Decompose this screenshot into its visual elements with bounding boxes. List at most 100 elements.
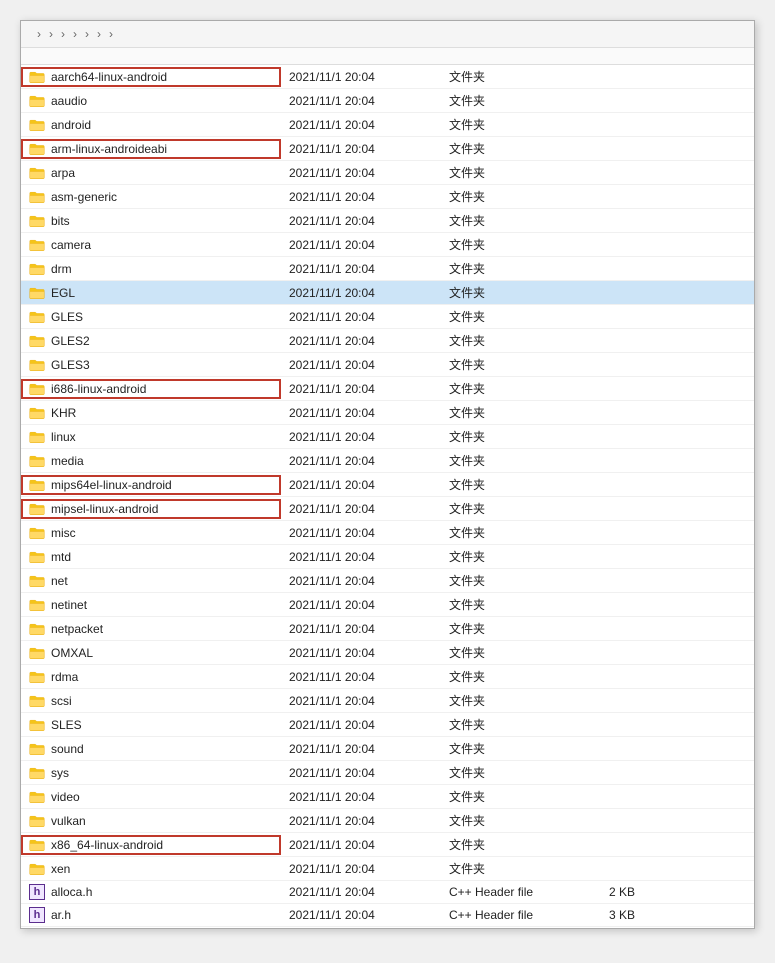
- file-name-cell: video: [21, 787, 281, 807]
- folder-size: [601, 410, 681, 416]
- col-header-modified[interactable]: [281, 52, 441, 60]
- folder-row[interactable]: GLES 2021/11/1 20:04 文件夹: [21, 305, 754, 329]
- folder-type: 文件夹: [441, 161, 601, 184]
- folder-size: [601, 842, 681, 848]
- folder-row[interactable]: i686-linux-android 2021/11/1 20:04 文件夹: [21, 377, 754, 401]
- folder-size: [601, 434, 681, 440]
- folder-row[interactable]: netpacket 2021/11/1 20:04 文件夹: [21, 617, 754, 641]
- folder-row[interactable]: mips64el-linux-android 2021/11/1 20:04 文…: [21, 473, 754, 497]
- folder-type: 文件夹: [441, 641, 601, 664]
- folder-type: 文件夹: [441, 569, 601, 592]
- folder-size: [601, 338, 681, 344]
- folder-row[interactable]: misc 2021/11/1 20:04 文件夹: [21, 521, 754, 545]
- folder-size: [601, 482, 681, 488]
- folder-size: [601, 674, 681, 680]
- folder-row[interactable]: x86_64-linux-android 2021/11/1 20:04 文件夹: [21, 833, 754, 857]
- folder-row[interactable]: OMXAL 2021/11/1 20:04 文件夹: [21, 641, 754, 665]
- file-name-cell: arpa: [21, 163, 281, 183]
- folder-row[interactable]: linux 2021/11/1 20:04 文件夹: [21, 425, 754, 449]
- folder-modified: 2021/11/1 20:04: [281, 475, 441, 495]
- folder-list: aarch64-linux-android 2021/11/1 20:04 文件…: [21, 65, 754, 881]
- file-name-cell: h assert.h: [21, 927, 281, 928]
- folder-row[interactable]: asm-generic 2021/11/1 20:04 文件夹: [21, 185, 754, 209]
- folder-modified: 2021/11/1 20:04: [281, 235, 441, 255]
- folder-row[interactable]: camera 2021/11/1 20:04 文件夹: [21, 233, 754, 257]
- folder-type: 文件夹: [441, 281, 601, 304]
- file-row[interactable]: h alloca.h 2021/11/1 20:04 C++ Header fi…: [21, 881, 754, 904]
- file-name-cell: aaudio: [21, 91, 281, 111]
- file-type: C++ Header file: [441, 905, 601, 925]
- folder-row[interactable]: GLES3 2021/11/1 20:04 文件夹: [21, 353, 754, 377]
- folder-size: [601, 194, 681, 200]
- folder-row[interactable]: aarch64-linux-android 2021/11/1 20:04 文件…: [21, 65, 754, 89]
- folder-row[interactable]: xen 2021/11/1 20:04 文件夹: [21, 857, 754, 881]
- file-name-cell: h alloca.h: [21, 881, 281, 903]
- folder-row[interactable]: mipsel-linux-android 2021/11/1 20:04 文件夹: [21, 497, 754, 521]
- folder-name: GLES3: [51, 358, 90, 372]
- folder-name: GLES: [51, 310, 83, 324]
- file-row[interactable]: h ar.h 2021/11/1 20:04 C++ Header file 3…: [21, 904, 754, 927]
- folder-row[interactable]: media 2021/11/1 20:04 文件夹: [21, 449, 754, 473]
- folder-row[interactable]: vulkan 2021/11/1 20:04 文件夹: [21, 809, 754, 833]
- col-header-type[interactable]: [441, 52, 601, 60]
- file-name-cell: mtd: [21, 547, 281, 567]
- folder-row[interactable]: aaudio 2021/11/1 20:04 文件夹: [21, 89, 754, 113]
- file-type: C++ Header file: [441, 882, 601, 902]
- folder-modified: 2021/11/1 20:04: [281, 163, 441, 183]
- folder-size: [601, 290, 681, 296]
- folder-type: 文件夹: [441, 137, 601, 160]
- file-name-cell: aarch64-linux-android: [21, 67, 281, 87]
- folder-modified: 2021/11/1 20:04: [281, 139, 441, 159]
- file-name-cell: sys: [21, 763, 281, 783]
- folder-row[interactable]: rdma 2021/11/1 20:04 文件夹: [21, 665, 754, 689]
- folder-row[interactable]: bits 2021/11/1 20:04 文件夹: [21, 209, 754, 233]
- file-name-cell: i686-linux-android: [21, 379, 281, 399]
- folder-row[interactable]: sys 2021/11/1 20:04 文件夹: [21, 761, 754, 785]
- folder-modified: 2021/11/1 20:04: [281, 307, 441, 327]
- file-explorer-window: › › › › › › ›: [20, 20, 755, 929]
- folder-modified: 2021/11/1 20:04: [281, 763, 441, 783]
- folder-name: sound: [51, 742, 84, 756]
- folder-row[interactable]: net 2021/11/1 20:04 文件夹: [21, 569, 754, 593]
- file-name-cell: arm-linux-androideabi: [21, 139, 281, 159]
- folder-row[interactable]: sound 2021/11/1 20:04 文件夹: [21, 737, 754, 761]
- folder-row[interactable]: arpa 2021/11/1 20:04 文件夹: [21, 161, 754, 185]
- folder-type: 文件夹: [441, 857, 601, 880]
- file-name-cell: mips64el-linux-android: [21, 475, 281, 495]
- folder-row[interactable]: EGL 2021/11/1 20:04 文件夹: [21, 281, 754, 305]
- file-row[interactable]: h assert.h 2021/11/1 20:04 C++ Header fi…: [21, 927, 754, 928]
- folder-row[interactable]: drm 2021/11/1 20:04 文件夹: [21, 257, 754, 281]
- folder-type: 文件夹: [441, 593, 601, 616]
- folder-row[interactable]: GLES2 2021/11/1 20:04 文件夹: [21, 329, 754, 353]
- file-name-cell: rdma: [21, 667, 281, 687]
- folder-name: camera: [51, 238, 91, 252]
- folder-modified: 2021/11/1 20:04: [281, 691, 441, 711]
- folder-row[interactable]: netinet 2021/11/1 20:04 文件夹: [21, 593, 754, 617]
- folder-type: 文件夹: [441, 89, 601, 112]
- file-name-cell: vulkan: [21, 811, 281, 831]
- col-header-name[interactable]: [21, 52, 281, 60]
- folder-name: media: [51, 454, 84, 468]
- folder-type: 文件夹: [441, 65, 601, 88]
- folder-row[interactable]: SLES 2021/11/1 20:04 文件夹: [21, 713, 754, 737]
- folder-size: [601, 122, 681, 128]
- folder-name: netinet: [51, 598, 87, 612]
- folder-name: mtd: [51, 550, 71, 564]
- folder-name: sys: [51, 766, 69, 780]
- folder-row[interactable]: video 2021/11/1 20:04 文件夹: [21, 785, 754, 809]
- folder-row[interactable]: mtd 2021/11/1 20:04 文件夹: [21, 545, 754, 569]
- file-list-header: [21, 48, 754, 65]
- folder-row[interactable]: arm-linux-androideabi 2021/11/1 20:04 文件…: [21, 137, 754, 161]
- folder-type: 文件夹: [441, 809, 601, 832]
- folder-row[interactable]: scsi 2021/11/1 20:04 文件夹: [21, 689, 754, 713]
- folder-size: [601, 170, 681, 176]
- col-header-size[interactable]: [601, 52, 681, 60]
- folder-size: [601, 458, 681, 464]
- folder-name: net: [51, 574, 68, 588]
- folder-type: 文件夹: [441, 329, 601, 352]
- folder-name: mipsel-linux-android: [51, 502, 158, 516]
- file-name-cell: GLES3: [21, 355, 281, 375]
- folder-row[interactable]: android 2021/11/1 20:04 文件夹: [21, 113, 754, 137]
- folder-type: 文件夹: [441, 353, 601, 376]
- folder-row[interactable]: KHR 2021/11/1 20:04 文件夹: [21, 401, 754, 425]
